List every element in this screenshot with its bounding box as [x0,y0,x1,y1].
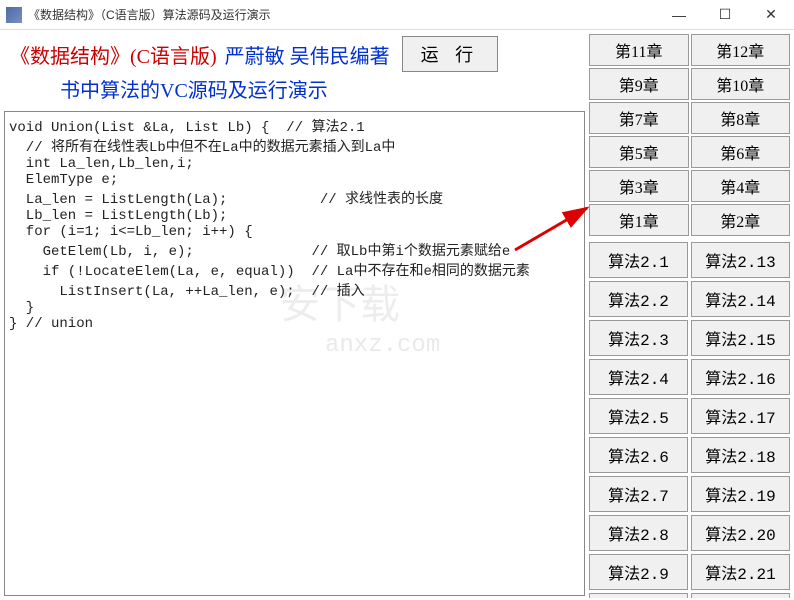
header-area: 《数据结构》(C语言版) 严蔚敏 吴伟民编著 运 行 书中算法的VC源码及运行演… [2,32,587,109]
close-button[interactable]: ✕ [748,0,794,30]
code-editor[interactable]: void Union(List &La, List Lb) { // 算法2.1… [4,111,585,596]
content-area: 《数据结构》(C语言版) 严蔚敏 吴伟民编著 运 行 书中算法的VC源码及运行演… [0,30,794,600]
chapter-button-11[interactable]: 第2章 [691,204,791,236]
algorithm-button-15[interactable]: 算法2.20 [691,515,790,551]
code-text: void Union(List &La, List Lb) { // 算法2.1… [9,120,530,332]
algorithm-button-19[interactable]: 算法2.22 [691,593,790,598]
algorithm-grid: 算法2.1算法2.13算法2.2算法2.14算法2.3算法2.15算法2.4算法… [589,242,790,598]
algorithm-button-12[interactable]: 算法2.7 [589,476,688,512]
chapter-button-10[interactable]: 第1章 [589,204,689,236]
chapter-button-8[interactable]: 第3章 [589,170,689,202]
algorithm-button-18[interactable]: 算法2.10 [589,593,688,598]
algorithm-button-16[interactable]: 算法2.9 [589,554,688,590]
right-panel: 第11章第12章第9章第10章第7章第8章第5章第6章第3章第4章第1章第2章 … [587,32,792,598]
algorithm-button-1[interactable]: 算法2.13 [691,242,790,278]
title-book: 《数据结构》(C语言版) [10,40,217,69]
chapter-button-1[interactable]: 第12章 [691,34,791,66]
window-controls: — ☐ ✕ [656,0,794,30]
algorithm-button-8[interactable]: 算法2.5 [589,398,688,434]
app-icon [6,7,22,23]
chapter-button-5[interactable]: 第8章 [691,102,791,134]
algorithm-button-7[interactable]: 算法2.16 [691,359,790,395]
algorithm-button-5[interactable]: 算法2.15 [691,320,790,356]
minimize-button[interactable]: — [656,0,702,30]
algorithm-button-0[interactable]: 算法2.1 [589,242,688,278]
algorithm-button-2[interactable]: 算法2.2 [589,281,688,317]
chapter-button-2[interactable]: 第9章 [589,68,689,100]
watermark-icon: 安下载 [280,272,400,331]
algorithm-button-11[interactable]: 算法2.18 [691,437,790,473]
algorithm-button-13[interactable]: 算法2.19 [691,476,790,512]
algorithm-button-10[interactable]: 算法2.6 [589,437,688,473]
maximize-button[interactable]: ☐ [702,0,748,30]
title-authors: 严蔚敏 吴伟民编著 [225,40,390,69]
algorithm-button-14[interactable]: 算法2.8 [589,515,688,551]
algorithm-button-9[interactable]: 算法2.17 [691,398,790,434]
title-line: 《数据结构》(C语言版) 严蔚敏 吴伟民编著 运 行 [10,36,579,72]
chapter-button-4[interactable]: 第7章 [589,102,689,134]
watermark-text: anxz.com [325,332,440,359]
chapter-grid: 第11章第12章第9章第10章第7章第8章第5章第6章第3章第4章第1章第2章 [589,34,790,236]
chapter-button-6[interactable]: 第5章 [589,136,689,168]
chapter-button-3[interactable]: 第10章 [691,68,791,100]
chapter-button-9[interactable]: 第4章 [691,170,791,202]
titlebar: 《数据结构》（C语言版）算法源码及运行演示 — ☐ ✕ [0,0,794,30]
chapter-button-7[interactable]: 第6章 [691,136,791,168]
algorithm-button-4[interactable]: 算法2.3 [589,320,688,356]
algorithm-button-17[interactable]: 算法2.21 [691,554,790,590]
window-title: 《数据结构》（C语言版）算法源码及运行演示 [28,6,656,23]
subtitle: 书中算法的VC源码及运行演示 [60,74,579,103]
run-button[interactable]: 运 行 [402,36,499,72]
left-panel: 《数据结构》(C语言版) 严蔚敏 吴伟民编著 运 行 书中算法的VC源码及运行演… [2,32,587,598]
algorithm-button-3[interactable]: 算法2.14 [691,281,790,317]
chapter-button-0[interactable]: 第11章 [589,34,689,66]
algorithm-button-6[interactable]: 算法2.4 [589,359,688,395]
